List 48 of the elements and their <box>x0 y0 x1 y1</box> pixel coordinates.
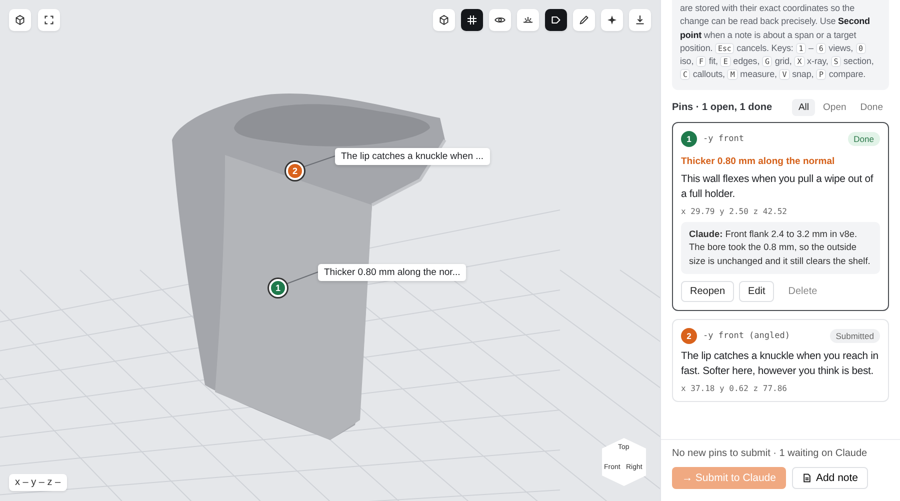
note-icon <box>802 473 812 483</box>
eye-toggle[interactable] <box>489 9 511 31</box>
pin-marker[interactable]: 2 <box>286 162 304 180</box>
pin-card[interactable] <box>672 122 889 312</box>
coordinate-readout: x – y – z – <box>9 474 67 491</box>
callout-label: The lip catches a knuckle when ... <box>335 148 490 165</box>
pin-marker[interactable]: 1 <box>269 279 287 297</box>
leader-line <box>303 156 335 167</box>
grid-toggle[interactable] <box>461 9 483 31</box>
filter-tab[interactable]: All <box>792 98 816 116</box>
pin-card[interactable]: 2 -y front (angled) Submitted The lip catches a knuckle when you reach in fast. Softer here, however you think is best. x 37.18 y 0.62 z 77.86 <box>672 319 889 402</box>
action-button[interactable]: Edit <box>739 281 774 302</box>
cube-icon <box>14 14 26 26</box>
leader-line <box>286 272 318 284</box>
view-label: -y front (angled) <box>703 331 791 342</box>
fullscreen-button[interactable] <box>38 9 60 31</box>
submit-status: No new pins to submit · 1 waiting on Claude <box>672 448 868 459</box>
note-text: The lip catches a knuckle when you reach in fast. Softer here, however you think is best. <box>681 350 880 380</box>
sparkle-toggle[interactable] <box>601 9 623 31</box>
fullscreen-icon <box>43 14 55 26</box>
horizon-toggle[interactable] <box>517 9 539 31</box>
coordinates-text: x 29.79 y 2.50 z 42.52 <box>681 206 788 216</box>
callout-label: Thicker 0.80 mm along the nor... <box>318 264 466 281</box>
cube-toggle[interactable] <box>433 9 455 31</box>
cube-icon <box>438 14 450 26</box>
view-label: -y front <box>703 134 745 144</box>
reply-text: Claude: Front flank 2.4 to 3.2 mm in v8e. The bore took the 0.8 mm, so the outside size is unchanged and it still clears the shelf. <box>681 222 880 274</box>
pins-heading: Pins · 1 open, 1 done <box>672 102 772 113</box>
pencil-icon <box>578 14 590 26</box>
note-text: This wall flexes when you pull a wipe out of a full holder. <box>681 172 874 202</box>
filter-tab[interactable]: Open <box>817 98 852 116</box>
pencil-toggle[interactable] <box>573 9 595 31</box>
coordinates-text: x 37.18 y 0.62 z 77.86 <box>681 384 788 394</box>
grid-icon <box>466 14 478 26</box>
cube-button[interactable] <box>9 9 31 31</box>
action-button[interactable]: Reopen <box>681 281 734 302</box>
sparkle-icon <box>606 14 618 26</box>
tag-icon <box>550 14 562 26</box>
status-badge: Done <box>848 132 880 146</box>
download-icon <box>634 14 646 26</box>
status-badge: Submitted <box>830 329 880 344</box>
download-toggle[interactable] <box>629 9 651 31</box>
pin-number: 2 <box>681 328 697 344</box>
add-note-button[interactable]: Add note <box>792 467 868 489</box>
pin-number: 1 <box>681 130 697 147</box>
filter-tab[interactable]: Done <box>854 98 889 116</box>
change-title: Thicker 0.80 mm along the normal <box>681 156 836 167</box>
tag-toggle[interactable] <box>545 9 567 31</box>
